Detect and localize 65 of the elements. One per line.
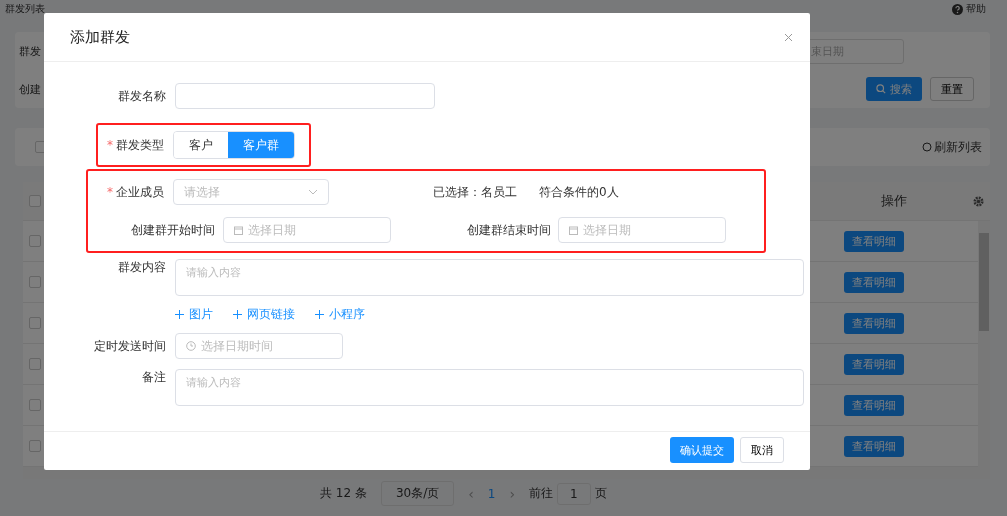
detail-button[interactable]: 查看明细 [844, 271, 904, 293]
field-label: 创建群开始时间 [130, 221, 215, 239]
refresh-button[interactable]: 刷新列表 [922, 138, 982, 156]
field-label: 备注 [141, 369, 166, 386]
calendar-icon [234, 225, 243, 235]
filter-label: 群发 [19, 43, 41, 59]
checkbox[interactable] [29, 276, 41, 288]
checkbox[interactable] [29, 399, 41, 411]
match-count: 符合条件的0人 [539, 183, 619, 201]
prev-page-icon[interactable]: ‹ [468, 485, 474, 502]
caret-icon [308, 189, 318, 195]
goto-suffix: 页 [594, 485, 607, 502]
clock-icon [186, 341, 196, 351]
checkbox[interactable] [29, 440, 41, 452]
reset-button[interactable]: 重置 [930, 77, 974, 102]
add-link[interactable]: 图片 [175, 306, 213, 323]
calendar-icon [569, 225, 578, 235]
field-label: 群发内容 [117, 259, 166, 276]
total-count: 共 12 条 [320, 485, 367, 502]
goto-page-field[interactable]: 1 [557, 482, 591, 505]
field-label: * 企业成员 [106, 183, 164, 201]
date-field[interactable]: 选择日期 [558, 217, 726, 243]
datetime-field[interactable]: 选择日期时间 [175, 333, 343, 359]
dialog-title: 添加群发 [70, 27, 130, 47]
text-area[interactable]: 请输入内容 [175, 369, 804, 406]
search-icon [876, 84, 886, 95]
page-title: 群发列表 [5, 2, 45, 16]
refresh-icon [922, 142, 932, 152]
field-label: * 群发类型 [106, 136, 164, 154]
close-icon[interactable] [784, 32, 793, 42]
add-link[interactable]: 小程序 [315, 306, 365, 323]
detail-button[interactable]: 查看明细 [844, 230, 904, 252]
search-button[interactable]: 搜索 [866, 77, 922, 102]
page-number[interactable]: 1 [487, 486, 496, 501]
checkbox[interactable] [29, 358, 41, 370]
plus-icon [175, 310, 184, 319]
plus-icon [315, 310, 324, 319]
detail-button[interactable]: 查看明细 [844, 394, 904, 416]
goto-label: 前往 [529, 485, 554, 502]
detail-button[interactable]: 查看明细 [844, 353, 904, 375]
cancel-button[interactable]: 取消 [740, 437, 784, 463]
next-page-icon[interactable]: › [509, 485, 516, 502]
detail-button[interactable]: 查看明细 [844, 435, 904, 457]
field-label: 定时发送时间 [93, 337, 166, 355]
field-label: 创建群结束时间 [466, 221, 551, 239]
settings-icon[interactable] [973, 195, 984, 207]
detail-button[interactable]: 查看明细 [844, 312, 904, 334]
segment-option[interactable]: 客户群 [228, 132, 294, 158]
select-field[interactable]: 请选择 [173, 179, 329, 205]
selected-summary: 已选择：名员工 [433, 183, 517, 201]
date-field[interactable]: 选择日期 [223, 217, 391, 243]
help-icon [952, 3, 963, 15]
add-link[interactable]: 网页链接 [233, 306, 295, 323]
plus-icon [233, 310, 242, 319]
help-link[interactable]: 帮助 [966, 2, 986, 16]
text-area[interactable]: 请输入内容 [175, 259, 804, 296]
page-size-select[interactable]: 30条/页 [380, 481, 455, 506]
checkbox[interactable] [29, 317, 41, 329]
checkbox[interactable] [29, 235, 41, 247]
filter-label: 创建 [19, 81, 41, 97]
field-label: 群发名称 [117, 87, 166, 105]
input-field[interactable] [175, 83, 435, 109]
confirm-button[interactable]: 确认提交 [670, 437, 734, 463]
checkbox[interactable] [29, 195, 41, 207]
column-header: 操作 [881, 192, 907, 210]
